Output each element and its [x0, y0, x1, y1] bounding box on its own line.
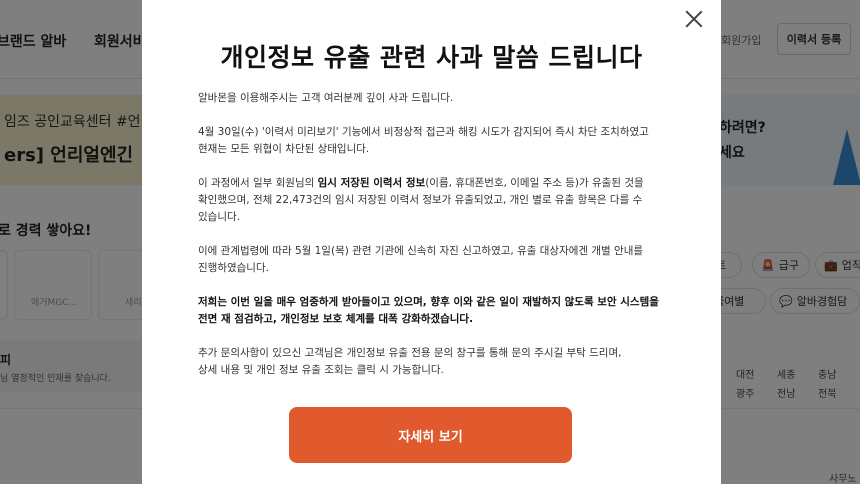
leak-paragraph: 이 과정에서 일부 회원님의 임시 저장된 이력서 정보(이름, 휴대폰번호, … — [198, 175, 668, 226]
p2-line2: 현재는 모든 위협이 차단된 상태입니다. — [198, 143, 370, 155]
p6-line1: 추가 문의사항이 있으신 고객님은 개인정보 유출 전용 문의 창구를 통해 문… — [198, 347, 622, 359]
inquiry-paragraph: 추가 문의사항이 있으신 고객님은 개인정보 유출 전용 문의 창구를 통해 문… — [198, 345, 668, 379]
modal-title: 개인정보 유출 관련 사과 말씀 드립니다 — [220, 43, 643, 72]
p4-line1: 이에 관계법령에 따라 5월 1일(목) 관련 기관에 신속히 자진 신고하였고… — [198, 245, 644, 257]
p2-line1: 4월 30일(수) '이력서 미리보기' 기능에서 비정상적 접근과 해킹 시도… — [198, 126, 649, 138]
p5-line1: 저희는 이번 일을 매우 엄중하게 받아들이고 있으며, 향후 이와 같은 일이… — [198, 296, 659, 308]
modal-body: 알바몬을 이용해주시는 고객 여러분께 깊이 사과 드립니다. 4월 30일(수… — [198, 90, 668, 379]
apology-paragraph: 알바몬을 이용해주시는 고객 여러분께 깊이 사과 드립니다. — [198, 90, 668, 107]
apology-modal: 개인정보 유출 관련 사과 말씀 드립니다 알바몬을 이용해주시는 고객 여러분… — [142, 0, 721, 484]
p3-line3: 있습니다. — [198, 211, 240, 223]
view-details-button[interactable]: 자세히 보기 — [289, 407, 572, 463]
p3-post: (이름, 휴대폰번호, 이메일 주소 등)가 유출된 것을 — [425, 177, 644, 189]
p3-line2: 확인했으며, 전체 22,473건의 임시 저장된 이력서 정보가 유출되었고,… — [198, 194, 643, 206]
p6-line2: 상세 내용 및 개인 정보 유출 조회는 클릭 시 가능합니다. — [198, 364, 444, 376]
p3-bold: 임시 저장된 이력서 정보 — [317, 177, 426, 189]
incident-paragraph: 4월 30일(수) '이력서 미리보기' 기능에서 비정상적 접근과 해킹 시도… — [198, 124, 668, 158]
p3-pre: 이 과정에서 일부 회원님의 — [198, 177, 318, 189]
p4-line2: 진행하였습니다. — [198, 262, 269, 274]
p5-line2: 전면 재 점검하고, 개인정보 보호 체계를 대폭 강화하겠습니다. — [198, 313, 474, 325]
p1-text: 알바몬을 이용해주시는 고객 여러분께 깊이 사과 드립니다. — [198, 92, 454, 104]
close-icon[interactable] — [683, 8, 705, 30]
report-paragraph: 이에 관계법령에 따라 5월 1일(목) 관련 기관에 신속히 자진 신고하였고… — [198, 243, 668, 277]
commitment-paragraph: 저희는 이번 일을 매우 엄중하게 받아들이고 있으며, 향후 이와 같은 일이… — [198, 294, 668, 328]
